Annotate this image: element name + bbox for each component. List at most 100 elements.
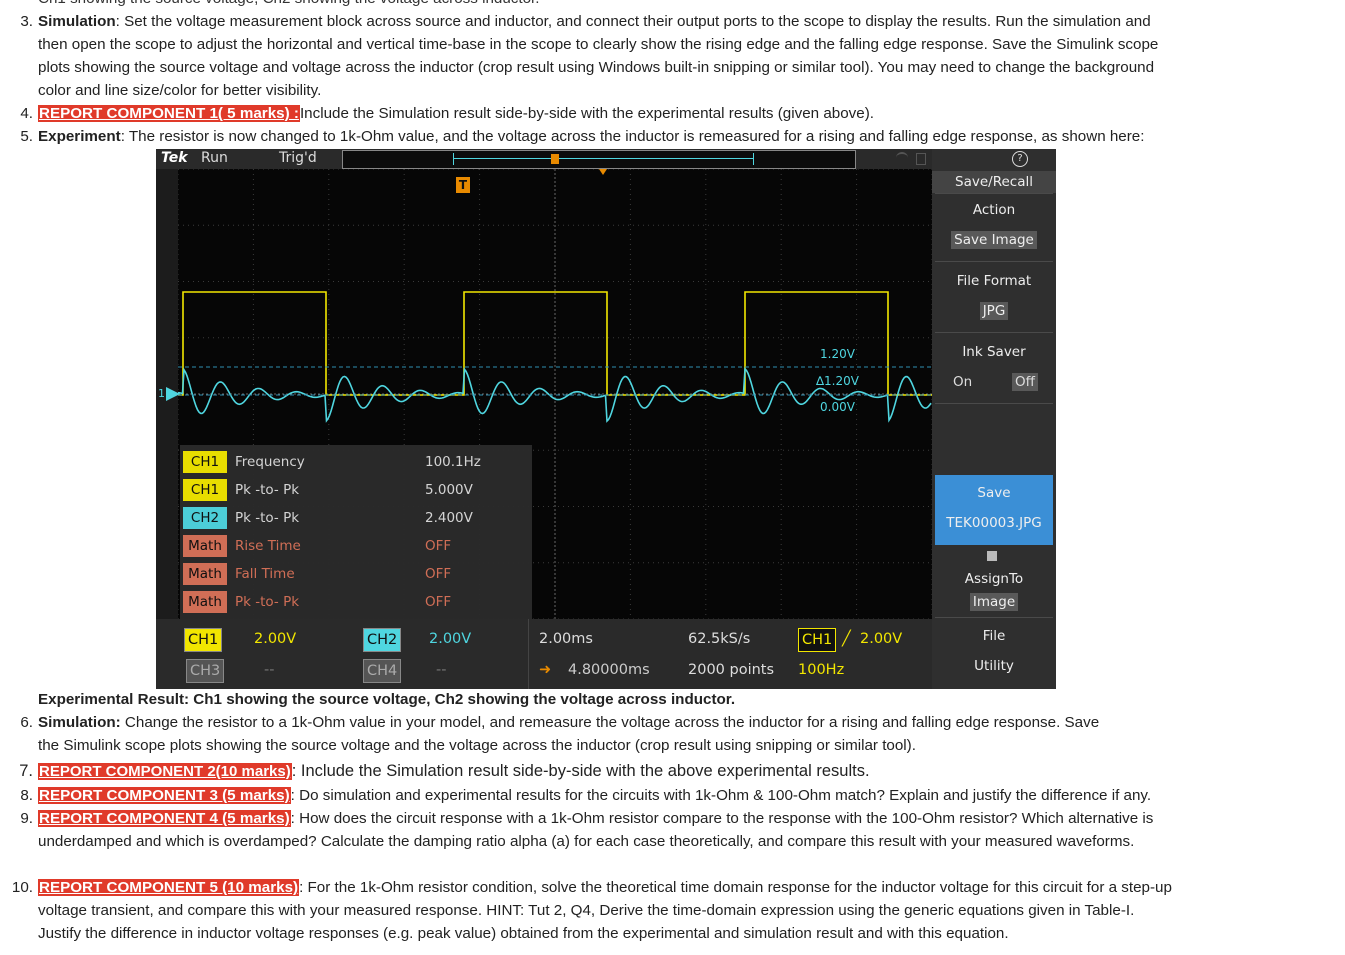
item-10-line-2: voltage transient, and compare this with… [38,902,1135,919]
report-component-5-label: REPORT COMPONENT 5 (10 marks) [38,879,300,896]
item-5-text: : The resistor is now changed to 1k-Ohm … [120,128,1145,145]
item-9-text-1: : How does the circuit response with a 1… [290,810,1154,827]
trigger-marker: T [456,177,470,193]
item-6-number: 6. [20,714,33,731]
item-4-number: 4. [20,105,33,122]
item-6-line-1: Simulation: Change the resistor to a 1k-… [38,713,1099,733]
delay-arrow-icon: ➜ [539,662,552,678]
measurement-source: Math [183,535,227,557]
item-7-line: REPORT COMPONENT 2(10 marks): Include th… [38,761,870,782]
measurement-label: Pk -to- Pk [235,510,300,526]
report-component-2-label: REPORT COMPONENT 2(10 marks) [38,763,292,780]
figure-caption: Experimental Result: Ch1 showing the sou… [38,691,736,708]
measurement-label: Pk -to- Pk [235,482,300,498]
usb-icon [987,551,997,561]
measurement-source: CH1 [183,479,227,501]
timebase: 2.00ms [539,631,593,647]
item-5-label: Experiment [38,128,121,145]
measurement-value: 5.000V [425,482,473,498]
item-10-line-1: REPORT COMPONENT 5 (10 marks): For the 1… [38,878,1172,898]
wifi-icon [896,152,908,164]
measurement-source: Math [183,591,227,613]
file-utility-sublabel[interactable]: Utility [932,658,1056,674]
menu-action-label: Action [972,202,1016,218]
delay: 4.80000ms [568,662,650,678]
cursor-delta-readout: ∆1.20V [816,374,859,388]
sample-rate: 62.5kS/s [688,631,751,647]
measurement-source: Math [183,563,227,585]
assign-to-value[interactable]: Image [969,593,1019,611]
network-icon [916,153,926,165]
ch1-offset-icon [166,387,180,401]
file-utility-label[interactable]: File [932,628,1056,644]
measurement-value: OFF [425,566,452,582]
measurement-label: Rise Time [235,538,301,554]
ink-saver-off[interactable]: Off [1012,373,1038,391]
measurement-label: Pk -to- Pk [235,594,300,610]
report-component-3-label: REPORT COMPONENT 3 (5 marks) [38,787,291,804]
item-3-line-3: plots showing the source voltage and vol… [38,59,1155,76]
ch4-badge[interactable]: CH4 [363,659,402,683]
menu-format-label: File Format [956,273,1032,289]
ch3-badge[interactable]: CH3 [186,659,225,683]
item-3-line-1: Simulation: Set the voltage measurement … [38,12,1151,32]
item-8-number: 8. [20,787,33,804]
item-4-line: REPORT COMPONENT 1( 5 marks) :Include th… [38,104,874,124]
measurement-label: Frequency [235,454,305,470]
item-3-line-4: color and line size/color for better vis… [38,82,322,99]
measurement-source: CH1 [183,451,227,473]
item-7-number: 7. [19,762,33,780]
scope-status-bar: Tek Run Trig'd [156,149,932,169]
menu-format-value[interactable]: JPG [979,302,1009,320]
item-3-number: 3. [20,13,33,30]
ch2-badge[interactable]: CH2 [363,628,402,652]
item-10-line-3: Justify the difference in inductor volta… [38,925,1009,942]
cut-top-line: Ch1 showing the source voltage, Ch2 show… [38,0,539,9]
side-menu: ? Save/Recall Action Save Image File For… [932,149,1056,689]
measurement-value: 2.400V [425,510,473,526]
measurement-panel: CH1 Frequency 100.1Hz CH1 Pk -to- Pk 5.000V CH… [180,445,532,619]
scope-bottom-bar: CH1 2.00V CH2 2.00V CH3 -- CH4 -- 2.00ms… [156,619,932,689]
ink-saver-on[interactable]: On [953,374,972,390]
tek-logo: Tek [161,150,188,166]
menu-ink-saver-label: Ink Saver [962,344,1026,360]
item-9-line-2: underdamped and which is overdamped? Cal… [38,833,1135,850]
measurement-value: OFF [425,538,452,554]
trigger-slope-icon: ╱ [842,631,851,647]
cursor-a-readout: 1.20V [820,347,855,361]
measurement-value: 100.1Hz [425,454,481,470]
report-component-1-label: REPORT COMPONENT 1( 5 marks) : [38,105,300,122]
item-3-line-2: then open the scope to adjust the horizo… [38,36,1159,53]
save-filename: TEK00003.JPG [946,515,1042,531]
item-4-text: Include the Simulation result side-by-si… [299,105,874,122]
ch2-scale: 2.00V [429,631,472,647]
record-view-bar [342,150,856,169]
trigger-frequency: 100Hz [798,662,845,678]
menu-title: Save/Recall [932,171,1056,193]
report-component-4-label: REPORT COMPONENT 4 (5 marks) [38,810,291,827]
trigger-status: Trig'd [279,150,317,166]
item-3-text-1: : Set the voltage measurement block acro… [115,13,1151,30]
item-8-line: REPORT COMPONENT 3 (5 marks): Do simulat… [38,786,1151,806]
menu-action-value[interactable]: Save Image [951,231,1037,249]
item-5-line: Experiment: The resistor is now changed … [38,127,1144,147]
item-6-text-1: Change the resistor to a 1k-Ohm value in… [120,714,1100,731]
ch1-badge[interactable]: CH1 [184,628,223,652]
help-icon[interactable]: ? [1012,151,1028,167]
ch3-scale: -- [264,662,275,678]
trigger-source-badge[interactable]: CH1 [798,628,837,652]
measurement-label: Fall Time [235,566,295,582]
ch4-scale: -- [436,662,447,678]
oscilloscope-screenshot: Tek Run Trig'd T 1.20V ∆1.20V 0.00V 1 CH… [156,149,1056,689]
item-10-number: 10. [11,879,33,896]
save-button[interactable]: Save TEK00003.JPG [935,475,1053,545]
trigger-position-marker [599,169,607,175]
measurement-source: CH2 [183,507,227,529]
item-10-text-1: : For the 1k-Ohm resistor condition, sol… [299,879,1172,896]
item-3-label: Simulation [38,13,116,30]
item-9-line-1: REPORT COMPONENT 4 (5 marks): How does t… [38,809,1153,829]
cursor-b-readout: 0.00V [820,400,855,414]
item-6-label: Simulation: [38,714,121,731]
save-label: Save [977,485,1011,501]
item-8-text: : Do simulation and experimental results… [290,787,1152,804]
